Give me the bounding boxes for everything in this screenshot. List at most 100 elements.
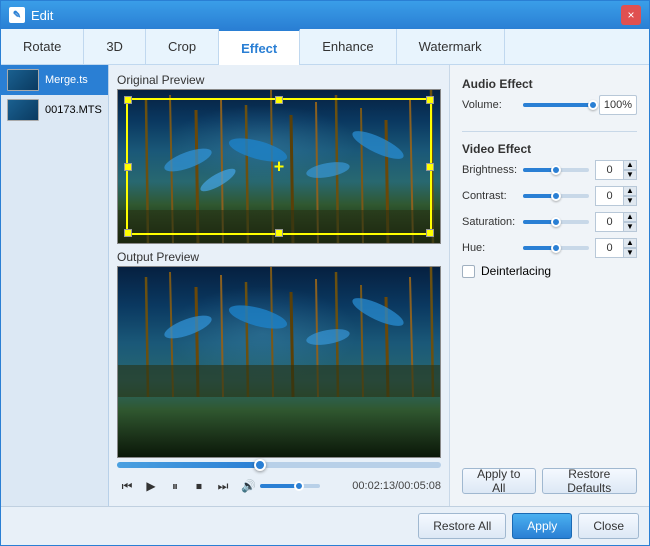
tab-watermark[interactable]: Watermark <box>397 29 505 65</box>
hue-down[interactable]: ▼ <box>623 248 637 258</box>
stop-button[interactable]: ⏹ <box>189 476 209 496</box>
audio-effect-section: Audio Effect Volume: 100% <box>462 77 637 121</box>
edit-window: ✎ Edit × Rotate 3D Crop Effect Enhance W… <box>0 0 650 546</box>
crop-handle-ml[interactable] <box>124 163 132 171</box>
brightness-row: Brightness: 0 ▲ ▼ <box>462 160 637 180</box>
hue-spinbox: 0 ▲ ▼ <box>595 238 637 258</box>
brightness-slider[interactable] <box>523 168 589 172</box>
file-thumb-merge <box>7 69 39 91</box>
file-name-merge: Merge.ts <box>45 74 88 86</box>
crop-handle-tl[interactable] <box>124 96 132 104</box>
divider1 <box>462 131 637 132</box>
deinterlacing-label: Deinterlacing <box>481 264 551 278</box>
brightness-spin-buttons: ▲ ▼ <box>623 160 637 180</box>
contrast-spin-buttons: ▲ ▼ <box>623 186 637 206</box>
seek-bar-container <box>117 458 441 472</box>
spacer <box>462 286 637 460</box>
close-window-button[interactable]: × <box>621 5 641 25</box>
volume-slider-fill <box>523 103 593 107</box>
original-preview-label: Original Preview <box>117 73 441 87</box>
tabs-bar: Rotate 3D Crop Effect Enhance Watermark <box>1 29 649 65</box>
restore-all-button[interactable]: Restore All <box>418 513 506 539</box>
crop-handle-bl[interactable] <box>124 229 132 237</box>
deinterlacing-row: Deinterlacing <box>462 264 637 278</box>
hue-thumb[interactable] <box>551 243 561 253</box>
titlebar: ✎ Edit × <box>1 1 649 29</box>
skip-start-button[interactable]: ⏮ <box>117 476 137 496</box>
contrast-spinbox: 0 ▲ ▼ <box>595 186 637 206</box>
pause-button[interactable]: ⏸ <box>165 476 185 496</box>
hue-row: Hue: 0 ▲ ▼ <box>462 238 637 258</box>
tab-crop[interactable]: Crop <box>146 29 219 65</box>
restore-defaults-button[interactable]: Restore Defaults <box>542 468 637 494</box>
contrast-down[interactable]: ▼ <box>623 196 637 206</box>
skip-end-button[interactable]: ⏭ <box>213 476 233 496</box>
tab-3d[interactable]: 3D <box>84 29 146 65</box>
contrast-up[interactable]: ▲ <box>623 186 637 196</box>
contrast-value[interactable]: 0 <box>595 186 623 206</box>
crop-handle-br[interactable] <box>426 229 434 237</box>
crop-overlay[interactable]: + <box>126 98 432 235</box>
hue-up[interactable]: ▲ <box>623 238 637 248</box>
brightness-up[interactable]: ▲ <box>623 160 637 170</box>
brightness-down[interactable]: ▼ <box>623 170 637 180</box>
saturation-slider[interactable] <box>523 220 589 224</box>
saturation-value[interactable]: 0 <box>595 212 623 232</box>
hue-value[interactable]: 0 <box>595 238 623 258</box>
contrast-slider[interactable] <box>523 194 589 198</box>
crop-handle-mr[interactable] <box>426 163 434 171</box>
file-item-mts[interactable]: 00173.MTS <box>1 95 108 125</box>
tab-rotate[interactable]: Rotate <box>1 29 84 65</box>
bottom-bar: Restore All Apply Close <box>1 506 649 545</box>
video-section-title: Video Effect <box>462 142 637 156</box>
volume-value: 100% <box>599 95 637 115</box>
seek-thumb[interactable] <box>254 459 266 471</box>
brightness-label: Brightness: <box>462 164 517 176</box>
hue-slider[interactable] <box>523 246 589 250</box>
saturation-down[interactable]: ▼ <box>623 222 637 232</box>
saturation-label: Saturation: <box>462 216 517 228</box>
saturation-thumb[interactable] <box>551 217 561 227</box>
tab-effect[interactable]: Effect <box>219 29 300 65</box>
deinterlacing-checkbox[interactable] <box>462 265 475 278</box>
output-video-bg <box>118 267 440 457</box>
hue-label: Hue: <box>462 242 517 254</box>
volume-slider[interactable] <box>260 484 320 488</box>
contrast-thumb[interactable] <box>551 191 561 201</box>
original-preview-section: Original Preview <box>117 73 441 244</box>
output-reeds-svg <box>118 267 440 457</box>
volume-control-row: Volume: 100% <box>462 95 637 115</box>
volume-label: Volume: <box>462 99 517 111</box>
brightness-value[interactable]: 0 <box>595 160 623 180</box>
close-button[interactable]: Close <box>578 513 639 539</box>
apply-to-all-button[interactable]: Apply to All <box>462 468 536 494</box>
tab-enhance[interactable]: Enhance <box>300 29 396 65</box>
saturation-row: Saturation: 0 ▲ ▼ <box>462 212 637 232</box>
file-item-merge[interactable]: Merge.ts <box>1 65 108 95</box>
apply-button[interactable]: Apply <box>512 513 572 539</box>
output-preview-label: Output Preview <box>117 250 441 264</box>
right-panel: Audio Effect Volume: 100% Video Effect B… <box>449 65 649 506</box>
center-panel: Original Preview <box>109 65 449 506</box>
play-button[interactable]: ▶ <box>141 476 161 496</box>
controls-bar: ⏮ ▶ ⏸ ⏹ ⏭ 🔊 00:02:13/00:05:08 <box>117 472 441 500</box>
volume-slider-control[interactable] <box>523 103 593 107</box>
brightness-thumb[interactable] <box>551 165 561 175</box>
crop-center-cross: + <box>274 156 285 177</box>
time-display: 00:02:13/00:05:08 <box>352 480 441 492</box>
seek-bar[interactable] <box>117 462 441 468</box>
hue-spin-buttons: ▲ ▼ <box>623 238 637 258</box>
window-title: Edit <box>31 8 621 23</box>
video-effect-section: Video Effect Brightness: 0 ▲ ▼ <box>462 142 637 278</box>
crop-handle-bm[interactable] <box>275 229 283 237</box>
output-video-preview <box>117 266 441 458</box>
saturation-up[interactable]: ▲ <box>623 212 637 222</box>
contrast-row: Contrast: 0 ▲ ▼ <box>462 186 637 206</box>
volume-thumb[interactable] <box>294 481 304 491</box>
output-preview-section: Output Preview <box>117 250 441 500</box>
file-list-panel: Merge.ts 00173.MTS <box>1 65 109 506</box>
crop-handle-tm[interactable] <box>275 96 283 104</box>
saturation-spin-buttons: ▲ ▼ <box>623 212 637 232</box>
crop-handle-tr[interactable] <box>426 96 434 104</box>
volume-slider-thumb[interactable] <box>588 100 598 110</box>
